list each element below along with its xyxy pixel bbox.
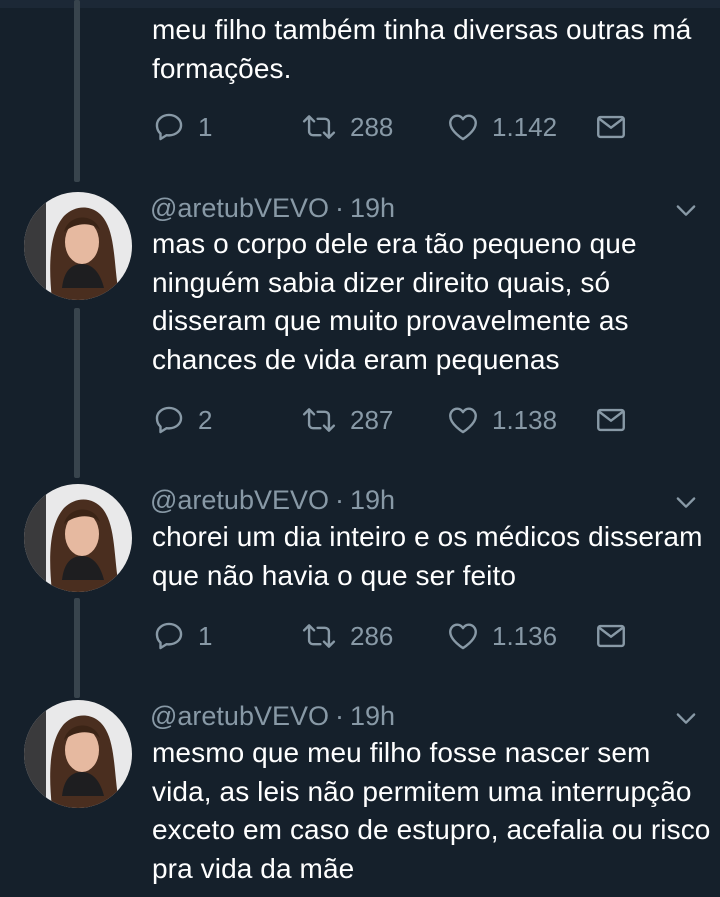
retweet-count: 288	[350, 112, 394, 142]
like-count: 1.136	[492, 621, 558, 651]
separator: ·	[335, 485, 344, 515]
mail-icon	[597, 115, 625, 139]
tweet-actions: 1 288 1.142	[152, 109, 652, 145]
heart-icon	[449, 623, 477, 650]
retweet-button[interactable]: 287	[300, 402, 393, 438]
retweet-icon	[302, 624, 336, 648]
tweet[interactable]: meu filho também tinha diversas outras m…	[0, 0, 720, 165]
mail-icon	[597, 624, 625, 648]
heart-icon	[449, 407, 477, 434]
like-button[interactable]: 1.142	[446, 109, 557, 145]
retweet-icon	[302, 115, 336, 139]
tweet-header: @aretubVEVO · 19h	[150, 700, 395, 732]
author-handle[interactable]: @aretubVEVO	[150, 485, 329, 515]
share-button[interactable]	[594, 618, 628, 654]
tweet[interactable]: @aretubVEVO · 19h mesmo que meu filho foss…	[0, 688, 720, 897]
tweet[interactable]: @aretubVEVO · 19h chorei um dia inteiro e …	[0, 472, 720, 692]
reply-count: 1	[198, 621, 213, 651]
tweet[interactable]: @aretubVEVO · 19h mas o corpo dele era tão…	[0, 180, 720, 470]
tweet-actions: 1 286 1.136	[152, 618, 652, 654]
tweet-text: chorei um dia inteiro e os médicos disse…	[152, 521, 703, 591]
author-handle[interactable]: @aretubVEVO	[150, 193, 329, 223]
avatar[interactable]	[24, 484, 132, 592]
share-button[interactable]	[594, 402, 628, 438]
retweet-button[interactable]: 288	[300, 109, 393, 145]
like-count: 1.142	[492, 112, 558, 142]
retweet-count: 287	[350, 405, 394, 435]
tweet-header: @aretubVEVO · 19h	[150, 484, 395, 516]
reply-icon	[155, 113, 183, 141]
tweet-actions: 2 287 1.138	[152, 402, 652, 438]
like-button[interactable]: 1.138	[446, 402, 557, 438]
heart-icon	[449, 114, 477, 141]
retweet-icon	[302, 408, 336, 432]
separator: ·	[335, 193, 344, 223]
chevron-down-icon[interactable]	[672, 488, 700, 516]
chevron-down-icon[interactable]	[672, 196, 700, 224]
reply-button[interactable]: 1	[152, 618, 212, 654]
like-button[interactable]: 1.136	[446, 618, 557, 654]
author-handle[interactable]: @aretubVEVO	[150, 701, 329, 731]
retweet-count: 286	[350, 621, 394, 651]
avatar[interactable]	[24, 192, 132, 300]
retweet-button[interactable]: 286	[300, 618, 393, 654]
tweet-text: mesmo que meu filho fosse nascer sem vid…	[152, 737, 711, 884]
avatar[interactable]	[24, 700, 132, 808]
tweet-header: @aretubVEVO · 19h	[150, 192, 395, 224]
like-count: 1.138	[492, 405, 558, 435]
reply-count: 1	[198, 112, 213, 142]
reply-count: 2	[198, 405, 213, 435]
reply-button[interactable]: 1	[152, 109, 212, 145]
reply-icon	[155, 406, 183, 434]
separator: ·	[335, 701, 344, 731]
chevron-down-icon[interactable]	[672, 704, 700, 732]
mail-icon	[597, 408, 625, 432]
timestamp[interactable]: 19h	[350, 485, 395, 515]
timestamp[interactable]: 19h	[350, 193, 395, 223]
timestamp[interactable]: 19h	[350, 701, 395, 731]
tweet-text: mas o corpo dele era tão pequeno que nin…	[152, 228, 637, 375]
reply-icon	[155, 622, 183, 650]
tweet-text: meu filho também tinha diversas outras m…	[152, 14, 692, 84]
reply-button[interactable]: 2	[152, 402, 212, 438]
share-button[interactable]	[594, 109, 628, 145]
